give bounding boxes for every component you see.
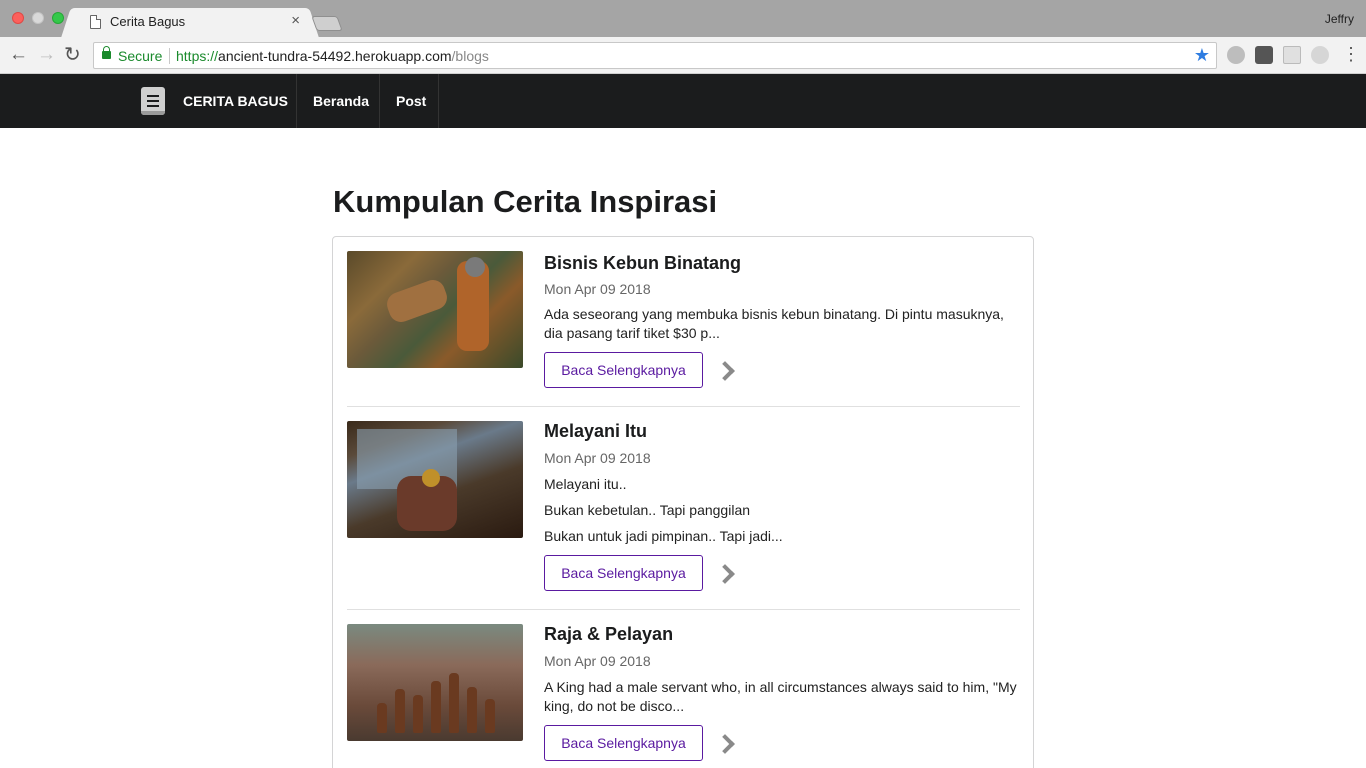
post-date: Mon Apr 09 2018 [544, 653, 651, 669]
address-bar[interactable]: Secure https://ancient-tundra-54492.hero… [93, 42, 1217, 69]
back-arrow-icon[interactable]: ← [9, 45, 28, 65]
post-excerpt-line: Bukan kebetulan.. Tapi panggilan [544, 502, 751, 518]
tab-title: Cerita Bagus [110, 14, 186, 29]
grid-extension-icon[interactable] [1283, 46, 1301, 64]
bookmark-star-icon[interactable]: ★ [1194, 45, 1210, 66]
post-excerpt: A King had a male servant who, in all ci… [544, 679, 1017, 714]
url-scheme: https:// [176, 48, 219, 64]
site-navbar: CERITA BAGUS Beranda Post [0, 74, 1366, 128]
post-date: Mon Apr 09 2018 [544, 450, 651, 466]
secure-label[interactable]: Secure [118, 48, 162, 64]
globe-extension-icon[interactable] [1227, 46, 1245, 64]
post-title[interactable]: Bisnis Kebun Binatang [544, 253, 741, 274]
url-path: /blogs [451, 48, 489, 64]
address-divider [169, 48, 170, 64]
post-excerpt-line: Bukan untuk jadi pimpinan.. Tapi jadi... [544, 528, 783, 544]
tab-close-icon[interactable]: × [291, 12, 300, 29]
post-thumbnail[interactable] [347, 251, 523, 368]
chevron-right-icon[interactable] [715, 734, 735, 754]
maximize-window-button[interactable] [52, 12, 64, 24]
post-item: Raja & Pelayan Mon Apr 09 2018 A King ha… [347, 609, 1020, 768]
read-more-button[interactable]: Baca Selengkapnya [544, 555, 703, 591]
brand-link[interactable]: CERITA BAGUS [125, 74, 297, 128]
minimize-window-button[interactable] [32, 12, 44, 24]
post-title[interactable]: Raja & Pelayan [544, 624, 673, 645]
post-thumbnail[interactable] [347, 624, 523, 741]
nav-item-beranda[interactable]: Beranda [297, 74, 380, 128]
shield-extension-icon[interactable] [1255, 46, 1273, 64]
post-title[interactable]: Melayani Itu [544, 421, 647, 442]
post-item: Bisnis Kebun Binatang Mon Apr 09 2018 Ad… [347, 251, 1020, 406]
post-thumbnail[interactable] [347, 421, 523, 538]
new-tab-button[interactable] [311, 16, 343, 31]
read-more-button[interactable]: Baca Selengkapnya [544, 725, 703, 761]
browser-toolbar: ← → ↻ Secure https://ancient-tundra-5449… [0, 37, 1366, 74]
chevron-right-icon[interactable] [715, 564, 735, 584]
nav-item-post[interactable]: Post [380, 74, 439, 128]
url-host: ancient-tundra-54492.herokuapp.com [218, 48, 452, 64]
post-excerpt: Ada seseorang yang membuka bisnis kebun … [544, 306, 1004, 341]
posts-card: Bisnis Kebun Binatang Mon Apr 09 2018 Ad… [332, 236, 1034, 768]
url-text[interactable]: https://ancient-tundra-54492.herokuapp.c… [176, 48, 489, 64]
post-excerpt-line: Melayani itu.. [544, 476, 627, 492]
browser-titlebar: Cerita Bagus × Jeffry [0, 0, 1366, 37]
reload-icon[interactable]: ↻ [64, 45, 81, 65]
post-item: Melayani Itu Mon Apr 09 2018 Melayani it… [347, 406, 1020, 609]
post-date: Mon Apr 09 2018 [544, 281, 651, 297]
brand-name: CERITA BAGUS [183, 93, 288, 109]
lock-icon [102, 46, 111, 59]
book-icon [141, 87, 165, 115]
leaf-extension-icon[interactable] [1311, 46, 1329, 64]
chevron-right-icon[interactable] [715, 361, 735, 381]
profile-name[interactable]: Jeffry [1325, 12, 1354, 26]
read-more-button[interactable]: Baca Selengkapnya [544, 352, 703, 388]
browser-tab-active[interactable]: Cerita Bagus × [74, 8, 306, 37]
forward-arrow-icon[interactable]: → [37, 45, 56, 65]
document-icon [90, 15, 101, 29]
browser-menu-icon[interactable]: ⋮ [1342, 45, 1360, 63]
page-title: Kumpulan Cerita Inspirasi [333, 184, 718, 219]
close-window-button[interactable] [12, 12, 24, 24]
